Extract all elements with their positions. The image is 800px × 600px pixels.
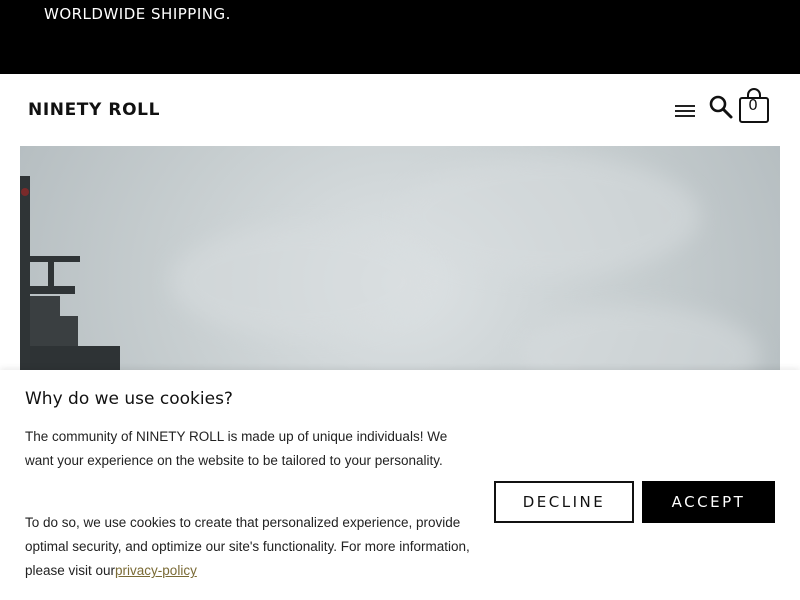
cookie-consent-banner: Why do we use cookies? The community of … xyxy=(0,370,800,600)
cookie-title: Why do we use cookies? xyxy=(25,389,233,409)
announcement-text: WORLDWIDE SHIPPING. xyxy=(44,5,231,23)
site-logo[interactable]: NINETY ROLL xyxy=(28,100,160,120)
search-icon[interactable] xyxy=(708,94,734,120)
hamburger-menu-icon[interactable] xyxy=(674,102,696,120)
announcement-bar: WORLDWIDE SHIPPING. xyxy=(0,0,800,74)
decline-button[interactable]: DECLINE xyxy=(494,481,634,523)
cookie-description: The community of NINETY ROLL is made up … xyxy=(25,429,448,468)
cookie-details-text: To do so, we use cookies to create that … xyxy=(25,515,470,578)
cart-count: 0 xyxy=(748,96,758,114)
cart-button[interactable]: 0 xyxy=(738,88,770,124)
site-header: NINETY ROLL 0 xyxy=(0,74,800,146)
accept-button[interactable]: ACCEPT xyxy=(642,481,775,523)
privacy-policy-link[interactable]: privacy-policy xyxy=(115,563,197,578)
cookie-details: To do so, we use cookies to create that … xyxy=(25,511,475,583)
